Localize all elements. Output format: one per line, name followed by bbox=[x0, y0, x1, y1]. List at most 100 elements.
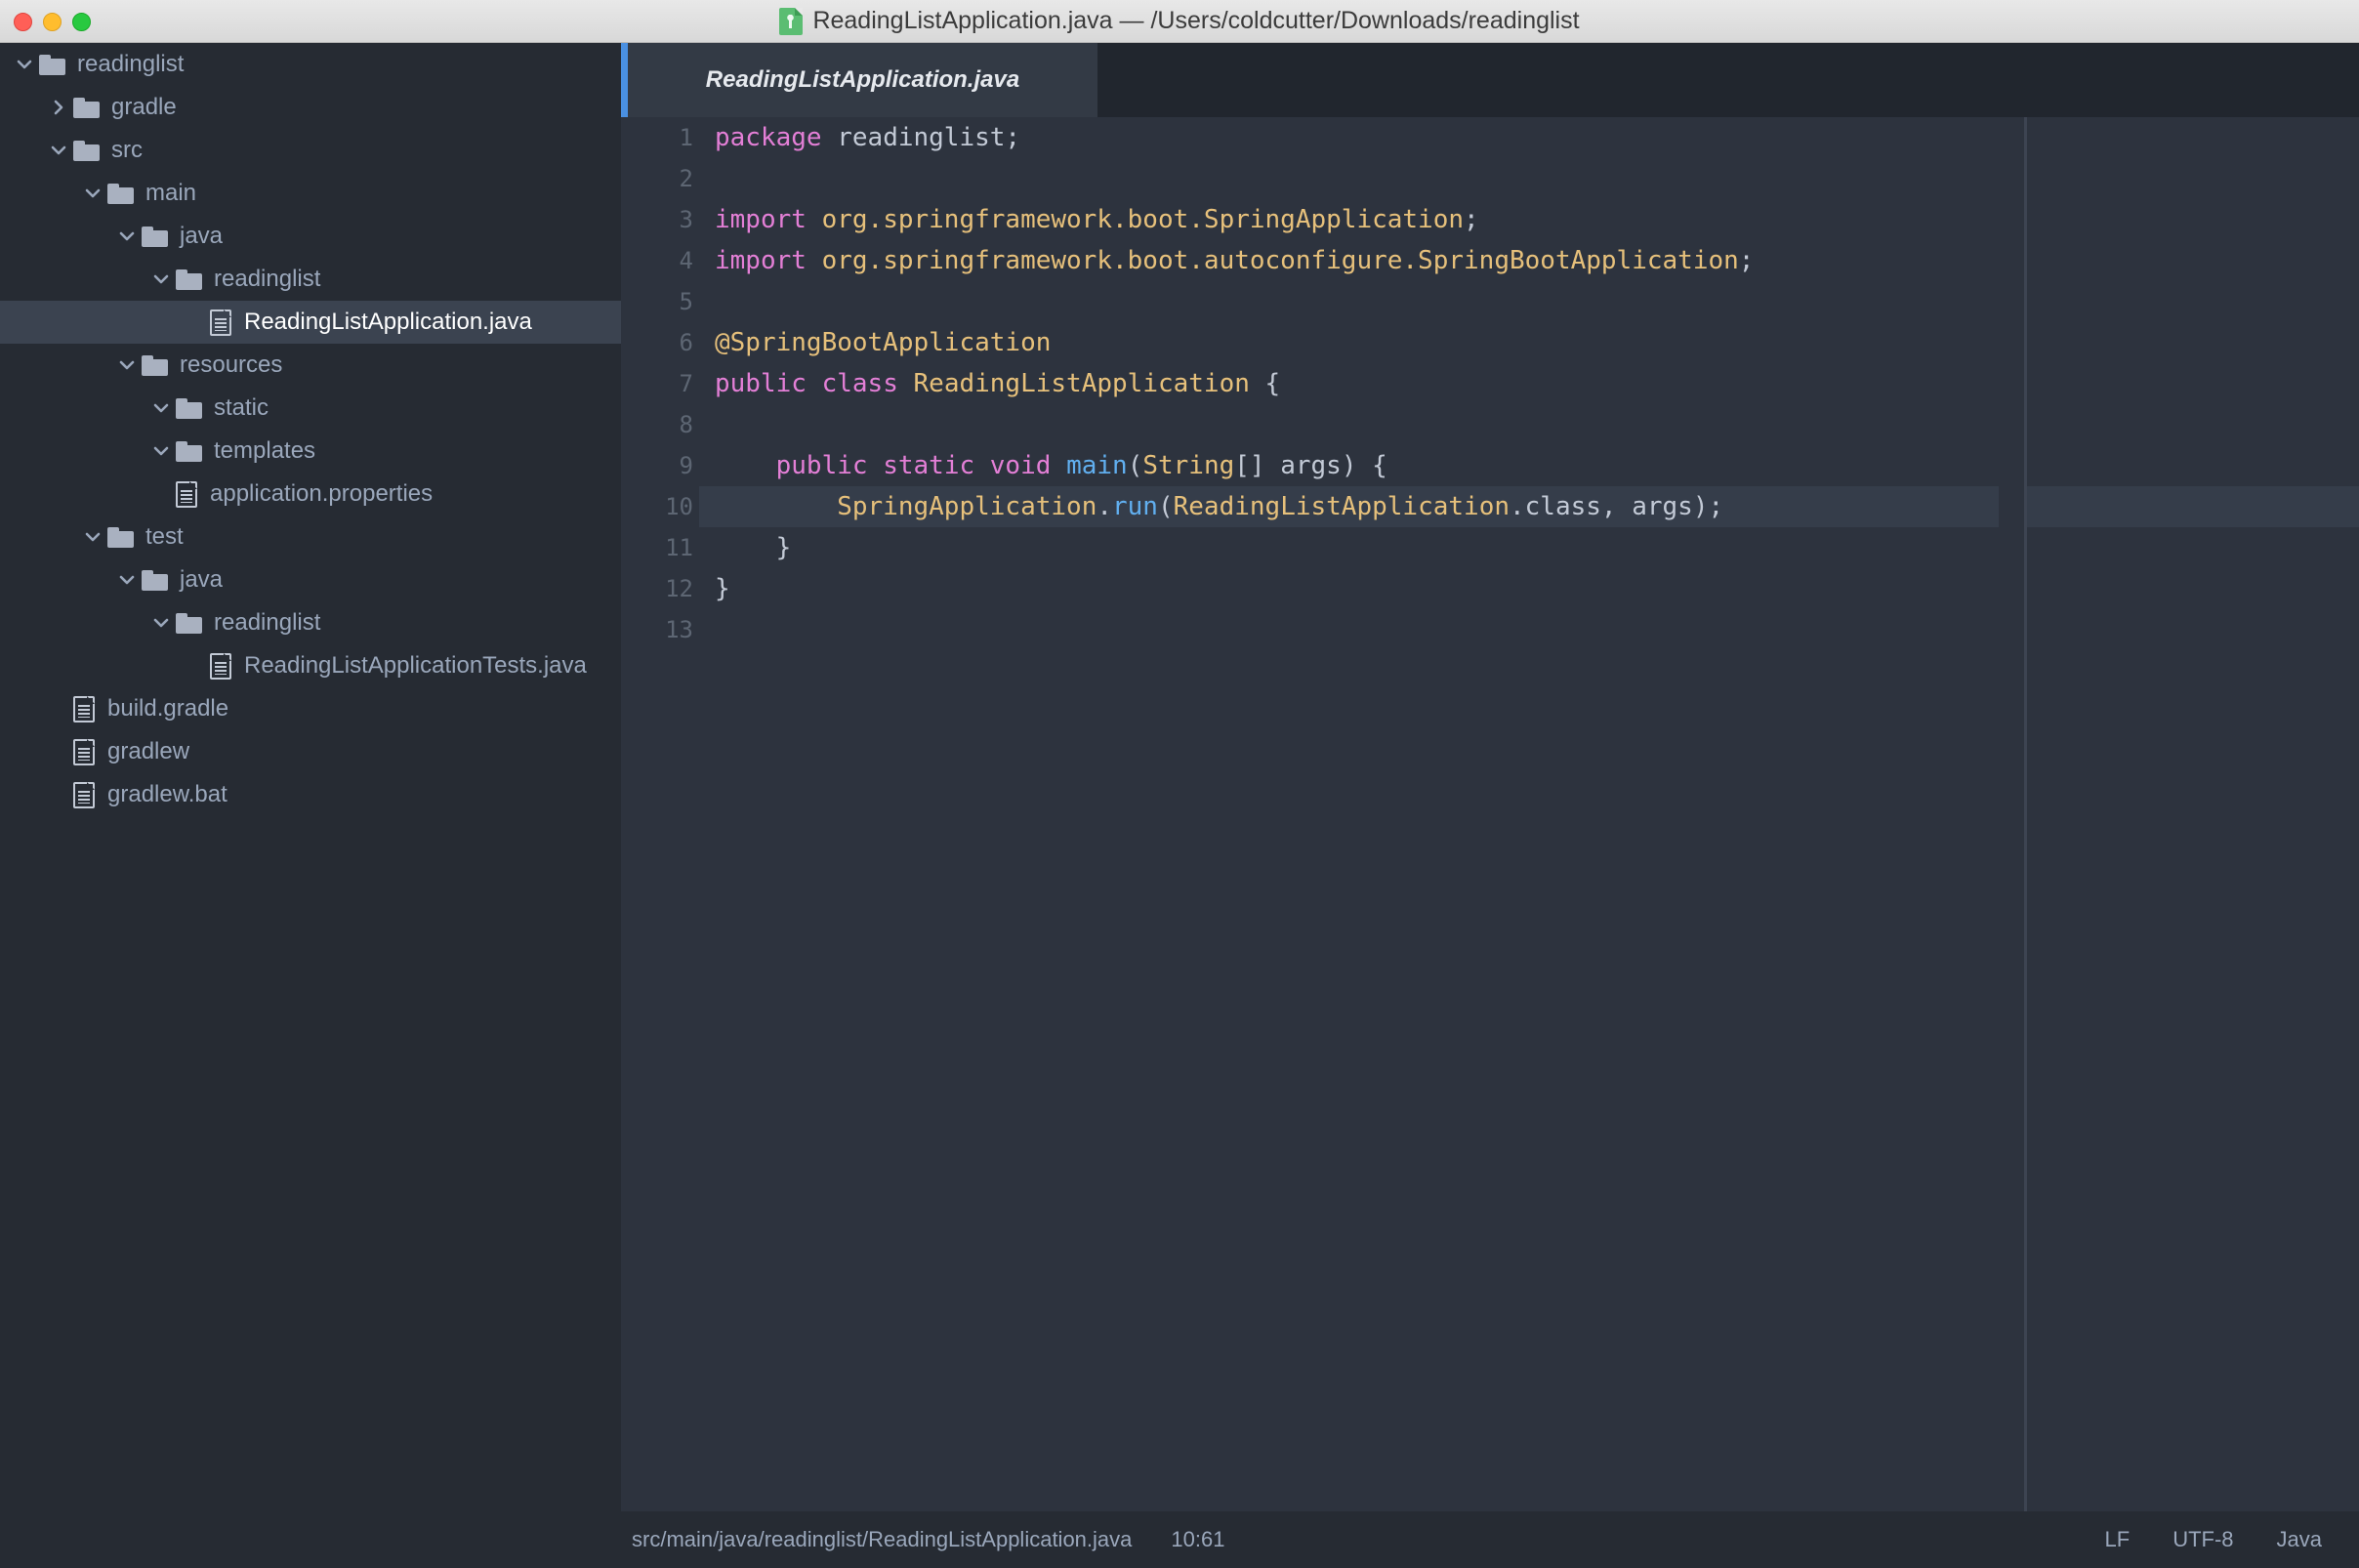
folder-icon bbox=[107, 526, 134, 548]
line-number: 10 bbox=[665, 493, 693, 520]
code-token: static bbox=[883, 451, 975, 480]
editor-tab-bar[interactable]: ReadingListApplication.java bbox=[628, 43, 2359, 117]
code-line[interactable] bbox=[699, 158, 2359, 199]
status-bar: src/main/java/readinglist/ReadingListApp… bbox=[621, 1511, 2359, 1568]
code-line[interactable]: SpringApplication.run(ReadingListApplica… bbox=[699, 486, 2359, 527]
code-line[interactable] bbox=[699, 609, 2359, 650]
chevron-down-icon[interactable] bbox=[82, 183, 103, 204]
chevron-placeholder bbox=[48, 784, 69, 805]
code-line[interactable]: public class ReadingListApplication { bbox=[699, 363, 2359, 404]
code-content[interactable]: package readinglist; import org.springfr… bbox=[699, 117, 2359, 1511]
line-number-gutter: 1 2 3 4 5 6 7 8 9 10 11 12 13 bbox=[621, 117, 699, 1511]
chevron-down-icon[interactable] bbox=[150, 268, 172, 290]
tab-reading-list-application-java[interactable]: ReadingListApplication.java bbox=[628, 43, 1097, 117]
line-number: 1 bbox=[679, 124, 693, 151]
tree-item-test[interactable]: test bbox=[0, 516, 621, 558]
tree-item-gradlew-bat[interactable]: gradlew.bat bbox=[0, 773, 621, 816]
tree-item-readinglistapplicationtests-java[interactable]: ReadingListApplicationTests.java bbox=[0, 644, 621, 687]
code-token: @SpringBootApplication bbox=[715, 328, 1052, 357]
zoom-window-button[interactable] bbox=[72, 12, 91, 31]
status-cursor-position[interactable]: 10:61 bbox=[1171, 1527, 1224, 1552]
line-number: 5 bbox=[679, 288, 693, 315]
line-number: 9 bbox=[679, 452, 693, 479]
folder-icon bbox=[142, 354, 168, 376]
code-line[interactable]: import org.springframework.boot.autoconf… bbox=[699, 240, 2359, 281]
tree-item-java[interactable]: java bbox=[0, 215, 621, 258]
code-token: readinglist; bbox=[821, 123, 1021, 152]
tree-item-gradlew[interactable]: gradlew bbox=[0, 730, 621, 773]
code-editor[interactable]: 1 2 3 4 5 6 7 8 9 10 11 12 13 package readinglist; i… bbox=[621, 117, 2359, 1511]
tree-item-label: main bbox=[145, 180, 197, 206]
tree-item-readinglist[interactable]: readinglist bbox=[0, 43, 621, 86]
line-number: 2 bbox=[679, 165, 693, 192]
chevron-down-icon[interactable] bbox=[150, 612, 172, 634]
status-line-ending[interactable]: LF bbox=[2105, 1527, 2131, 1552]
tree-item-templates[interactable]: templates bbox=[0, 430, 621, 473]
tree-item-label: build.gradle bbox=[107, 695, 229, 722]
window-title: ReadingListApplication.java — /Users/col… bbox=[812, 7, 1580, 34]
traffic-light-controls[interactable] bbox=[14, 0, 91, 43]
chevron-down-icon[interactable] bbox=[116, 226, 138, 247]
file-icon bbox=[210, 652, 231, 680]
folder-icon bbox=[176, 397, 202, 419]
chevron-placeholder bbox=[185, 655, 206, 677]
tree-item-label: gradlew.bat bbox=[107, 781, 228, 807]
code-token: ; bbox=[1464, 205, 1479, 234]
chevron-down-icon[interactable] bbox=[116, 354, 138, 376]
status-bar-left: src/main/java/readinglist/ReadingListApp… bbox=[632, 1527, 1224, 1552]
tree-item-readinglistapplication-java[interactable]: ReadingListApplication.java bbox=[0, 301, 621, 344]
chevron-down-icon[interactable] bbox=[150, 397, 172, 419]
tree-item-readinglist[interactable]: readinglist bbox=[0, 258, 621, 301]
tree-item-main[interactable]: main bbox=[0, 172, 621, 215]
line-number: 12 bbox=[665, 575, 693, 602]
line-number: 7 bbox=[679, 370, 693, 397]
tree-item-application-properties[interactable]: application.properties bbox=[0, 473, 621, 516]
code-line[interactable]: @SpringBootApplication bbox=[699, 322, 2359, 363]
editor-vertical-scrollbar[interactable] bbox=[2024, 117, 2027, 1511]
status-language-mode[interactable]: Java bbox=[2277, 1527, 2322, 1552]
editor-right-margin bbox=[1999, 117, 2024, 1511]
code-line[interactable]: package readinglist; bbox=[699, 117, 2359, 158]
code-line[interactable]: } bbox=[699, 568, 2359, 609]
file-tree-sidebar[interactable]: readinglist gradle src main java readinglist R… bbox=[0, 43, 621, 1568]
chevron-down-icon[interactable] bbox=[116, 569, 138, 591]
folder-icon bbox=[39, 54, 65, 75]
code-line[interactable] bbox=[699, 281, 2359, 322]
code-line[interactable]: import org.springframework.boot.SpringAp… bbox=[699, 199, 2359, 240]
file-icon bbox=[73, 738, 95, 765]
chevron-down-icon[interactable] bbox=[14, 54, 35, 75]
chevron-down-icon[interactable] bbox=[48, 140, 69, 161]
code-line[interactable]: } bbox=[699, 527, 2359, 568]
status-file-path: src/main/java/readinglist/ReadingListApp… bbox=[632, 1527, 1133, 1551]
tree-item-readinglist[interactable]: readinglist bbox=[0, 601, 621, 644]
code-line[interactable] bbox=[699, 404, 2359, 445]
code-token: . bbox=[1097, 492, 1112, 521]
chevron-down-icon[interactable] bbox=[150, 440, 172, 462]
minimize-window-button[interactable] bbox=[43, 12, 62, 31]
tree-item-build-gradle[interactable]: build.gradle bbox=[0, 687, 621, 730]
code-token: ReadingListApplication bbox=[913, 369, 1250, 398]
tree-item-src[interactable]: src bbox=[0, 129, 621, 172]
chevron-right-icon[interactable] bbox=[48, 97, 69, 118]
tree-item-static[interactable]: static bbox=[0, 387, 621, 430]
folder-icon bbox=[73, 97, 100, 118]
tree-item-java[interactable]: java bbox=[0, 558, 621, 601]
close-window-button[interactable] bbox=[14, 12, 32, 31]
folder-icon bbox=[142, 569, 168, 591]
status-encoding[interactable]: UTF-8 bbox=[2173, 1527, 2233, 1552]
tree-item-gradle[interactable]: gradle bbox=[0, 86, 621, 129]
tree-item-resources[interactable]: resources bbox=[0, 344, 621, 387]
folder-icon bbox=[73, 140, 100, 161]
chevron-down-icon[interactable] bbox=[82, 526, 103, 548]
folder-icon bbox=[176, 440, 202, 462]
code-line[interactable]: public static void main(String[] args) { bbox=[699, 445, 2359, 486]
line-number: 3 bbox=[679, 206, 693, 233]
code-token: org.springframework.boot.SpringApplicati… bbox=[821, 205, 1465, 234]
tree-item-label: readinglist bbox=[214, 609, 321, 636]
